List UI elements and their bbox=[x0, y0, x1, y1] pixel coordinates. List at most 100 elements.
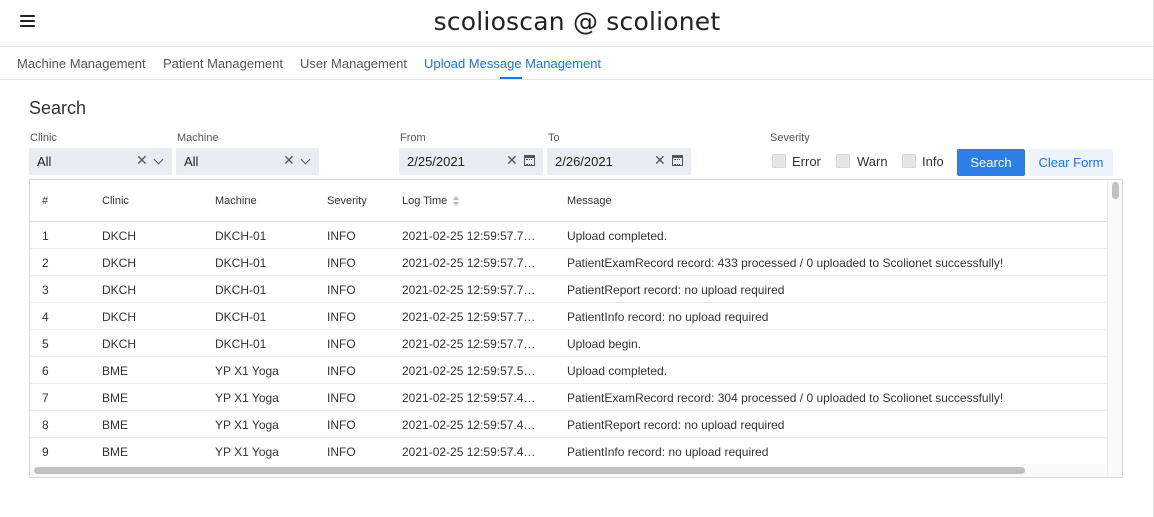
table-row[interactable]: 5 DKCH DKCH-01 INFO 2021-02-25 12:59:57.… bbox=[30, 330, 1107, 357]
cell-clinic: DKCH bbox=[102, 310, 137, 324]
clinic-label: Clinic bbox=[30, 132, 57, 144]
vertical-scroll-thumb[interactable] bbox=[1112, 182, 1119, 199]
cell-clinic: DKCH bbox=[102, 229, 137, 243]
severity-warn-checkbox[interactable] bbox=[836, 154, 850, 168]
cell-machine: DKCH-01 bbox=[215, 256, 267, 270]
cell-message: PatientInfo record: no upload required bbox=[567, 310, 769, 324]
cell-message: PatientExamRecord record: 304 processed … bbox=[567, 391, 1004, 405]
cell-severity: INFO bbox=[327, 418, 356, 432]
cell-severity: INFO bbox=[327, 229, 356, 243]
cell-machine: YP X1 Yoga bbox=[215, 418, 279, 432]
tab-machine-management[interactable]: Machine Management bbox=[17, 56, 146, 71]
table-row[interactable]: 4 DKCH DKCH-01 INFO 2021-02-25 12:59:57.… bbox=[30, 303, 1107, 330]
from-date-value: 2/25/2021 bbox=[407, 154, 465, 169]
cell-log-time: 2021-02-25 12:59:57.4… bbox=[402, 445, 536, 459]
column-header-log-time[interactable]: Log Time bbox=[402, 195, 460, 207]
cell-clinic: BME bbox=[102, 418, 129, 432]
machine-label: Machine bbox=[177, 132, 219, 144]
cell-clinic: BME bbox=[102, 364, 129, 378]
clear-form-button[interactable]: Clear Form bbox=[1029, 149, 1113, 176]
machine-select[interactable]: All ✕ bbox=[176, 148, 319, 175]
to-calendar-icon[interactable] bbox=[672, 155, 683, 166]
from-clear-icon[interactable]: ✕ bbox=[506, 152, 518, 169]
cell-log-time: 2021-02-25 12:59:57.4… bbox=[402, 391, 536, 405]
column-header-clinic[interactable]: Clinic bbox=[102, 195, 129, 207]
cell-message: Upload begin. bbox=[567, 337, 642, 351]
cell-machine: DKCH-01 bbox=[215, 310, 267, 324]
cell-message: Upload completed. bbox=[567, 364, 668, 378]
severity-warn-label: Warn bbox=[857, 154, 888, 169]
severity-label: Severity bbox=[770, 132, 810, 144]
clinic-select[interactable]: All ✕ bbox=[29, 148, 172, 175]
machine-clear-icon[interactable]: ✕ bbox=[283, 152, 295, 169]
column-header-severity[interactable]: Severity bbox=[327, 195, 367, 207]
table-row[interactable]: 7 BME YP X1 Yoga INFO 2021-02-25 12:59:5… bbox=[30, 384, 1107, 411]
cell-severity: INFO bbox=[327, 310, 356, 324]
vertical-scrollbar[interactable] bbox=[1107, 180, 1122, 477]
from-calendar-icon[interactable] bbox=[524, 155, 535, 166]
tab-upload-message-management[interactable]: Upload Message Management bbox=[424, 56, 601, 71]
cell-index: 8 bbox=[42, 418, 49, 432]
cell-log-time: 2021-02-25 12:59:57.4… bbox=[402, 418, 536, 432]
cell-log-time: 2021-02-25 12:59:57.7… bbox=[402, 310, 536, 324]
sort-icon[interactable] bbox=[453, 196, 460, 207]
cell-log-time: 2021-02-25 12:59:57.5… bbox=[402, 364, 536, 378]
table-row[interactable]: 1 DKCH DKCH-01 INFO 2021-02-25 12:59:57.… bbox=[30, 222, 1107, 249]
cell-machine: YP X1 Yoga bbox=[215, 391, 279, 405]
severity-error-checkbox[interactable] bbox=[772, 154, 786, 168]
machine-select-value: All bbox=[184, 154, 199, 169]
cell-index: 1 bbox=[42, 229, 49, 243]
cell-severity: INFO bbox=[327, 337, 356, 351]
to-clear-icon[interactable]: ✕ bbox=[654, 152, 666, 169]
cell-index: 7 bbox=[42, 391, 49, 405]
cell-log-time: 2021-02-25 12:59:57.7… bbox=[402, 229, 536, 243]
clinic-clear-icon[interactable]: ✕ bbox=[136, 152, 148, 169]
cell-index: 2 bbox=[42, 256, 49, 270]
cell-machine: DKCH-01 bbox=[215, 229, 267, 243]
to-date-value: 2/26/2021 bbox=[555, 154, 613, 169]
tab-user-management[interactable]: User Management bbox=[300, 56, 407, 71]
tab-patient-management[interactable]: Patient Management bbox=[163, 56, 283, 71]
cell-machine: DKCH-01 bbox=[215, 283, 267, 297]
cell-severity: INFO bbox=[327, 391, 356, 405]
table-row[interactable]: 3 DKCH DKCH-01 INFO 2021-02-25 12:59:57.… bbox=[30, 276, 1107, 303]
clinic-select-value: All bbox=[37, 154, 52, 169]
table-row[interactable]: 2 DKCH DKCH-01 INFO 2021-02-25 12:59:57.… bbox=[30, 249, 1107, 276]
cell-clinic: DKCH bbox=[102, 256, 137, 270]
table-header: # Clinic Machine Severity Log Time Messa… bbox=[30, 180, 1107, 222]
cell-message: PatientReport record: no upload required bbox=[567, 418, 785, 432]
active-tab-indicator bbox=[500, 77, 522, 79]
cell-index: 6 bbox=[42, 364, 49, 378]
from-label: From bbox=[400, 132, 426, 144]
results-table: # Clinic Machine Severity Log Time Messa… bbox=[29, 179, 1123, 478]
horizontal-scrollbar[interactable] bbox=[30, 464, 1107, 477]
machine-chevron-down-icon[interactable] bbox=[300, 154, 311, 165]
cell-index: 4 bbox=[42, 310, 49, 324]
table-row[interactable]: 9 BME YP X1 Yoga INFO 2021-02-25 12:59:5… bbox=[30, 438, 1107, 465]
cell-message: PatientInfo record: no upload required bbox=[567, 445, 769, 459]
table-row[interactable]: 8 BME YP X1 Yoga INFO 2021-02-25 12:59:5… bbox=[30, 411, 1107, 438]
search-section-title: Search bbox=[29, 98, 87, 118]
cell-log-time: 2021-02-25 12:59:57.7… bbox=[402, 256, 536, 270]
cell-message: PatientExamRecord record: 433 processed … bbox=[567, 256, 1004, 270]
cell-machine: YP X1 Yoga bbox=[215, 445, 279, 459]
search-button[interactable]: Search bbox=[957, 149, 1025, 176]
cell-message: Upload completed. bbox=[567, 229, 668, 243]
app-title: scolioscan @ scolionet bbox=[433, 7, 721, 36]
cell-clinic: BME bbox=[102, 391, 129, 405]
to-date-input[interactable]: 2/26/2021 ✕ bbox=[547, 148, 691, 175]
cell-message: PatientReport record: no upload required bbox=[567, 283, 785, 297]
column-header-index[interactable]: # bbox=[42, 195, 48, 207]
cell-index: 9 bbox=[42, 445, 49, 459]
cell-severity: INFO bbox=[327, 364, 356, 378]
clinic-chevron-down-icon[interactable] bbox=[153, 154, 164, 165]
horizontal-scroll-thumb[interactable] bbox=[34, 467, 1025, 474]
severity-info-checkbox[interactable] bbox=[902, 154, 916, 168]
from-date-input[interactable]: 2/25/2021 ✕ bbox=[399, 148, 543, 175]
table-row[interactable]: 6 BME YP X1 Yoga INFO 2021-02-25 12:59:5… bbox=[30, 357, 1107, 384]
cell-clinic: BME bbox=[102, 445, 129, 459]
cell-clinic: DKCH bbox=[102, 337, 137, 351]
severity-info-label: Info bbox=[922, 154, 944, 169]
column-header-machine[interactable]: Machine bbox=[215, 195, 257, 207]
column-header-message[interactable]: Message bbox=[567, 195, 612, 207]
